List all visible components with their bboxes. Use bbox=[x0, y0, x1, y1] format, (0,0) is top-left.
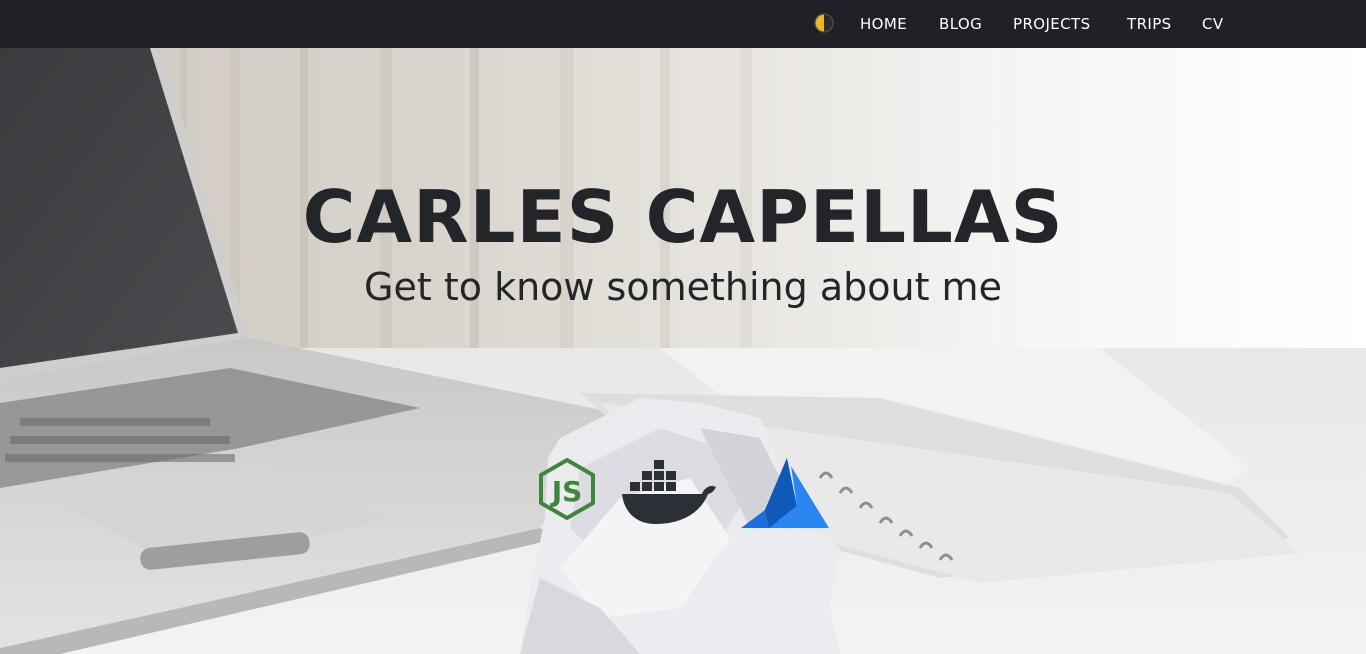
svg-text:JS: JS bbox=[550, 475, 583, 508]
nav-link-blog[interactable]: BLOG bbox=[939, 14, 982, 34]
azure-icon bbox=[739, 458, 831, 534]
hero-title: CARLES CAPELLAS bbox=[302, 175, 1064, 259]
docker-icon bbox=[620, 458, 720, 532]
main-nav: HOME BLOG PROJECTS TRIPS CV bbox=[0, 0, 1366, 48]
nav-link-cv[interactable]: CV bbox=[1202, 14, 1224, 34]
nodejs-icon: JS bbox=[535, 457, 599, 525]
nav-link-home[interactable]: HOME bbox=[860, 14, 907, 34]
nav-link-trips[interactable]: TRIPS bbox=[1127, 14, 1172, 34]
hero-background-image bbox=[0, 48, 1366, 654]
navbar: HOME BLOG PROJECTS TRIPS CV bbox=[0, 0, 1366, 48]
hero-section: CARLES CAPELLAS Get to know something ab… bbox=[0, 48, 1366, 654]
hero-subtitle: Get to know something about me bbox=[364, 265, 1002, 309]
nav-link-projects[interactable]: PROJECTS bbox=[1013, 14, 1091, 34]
